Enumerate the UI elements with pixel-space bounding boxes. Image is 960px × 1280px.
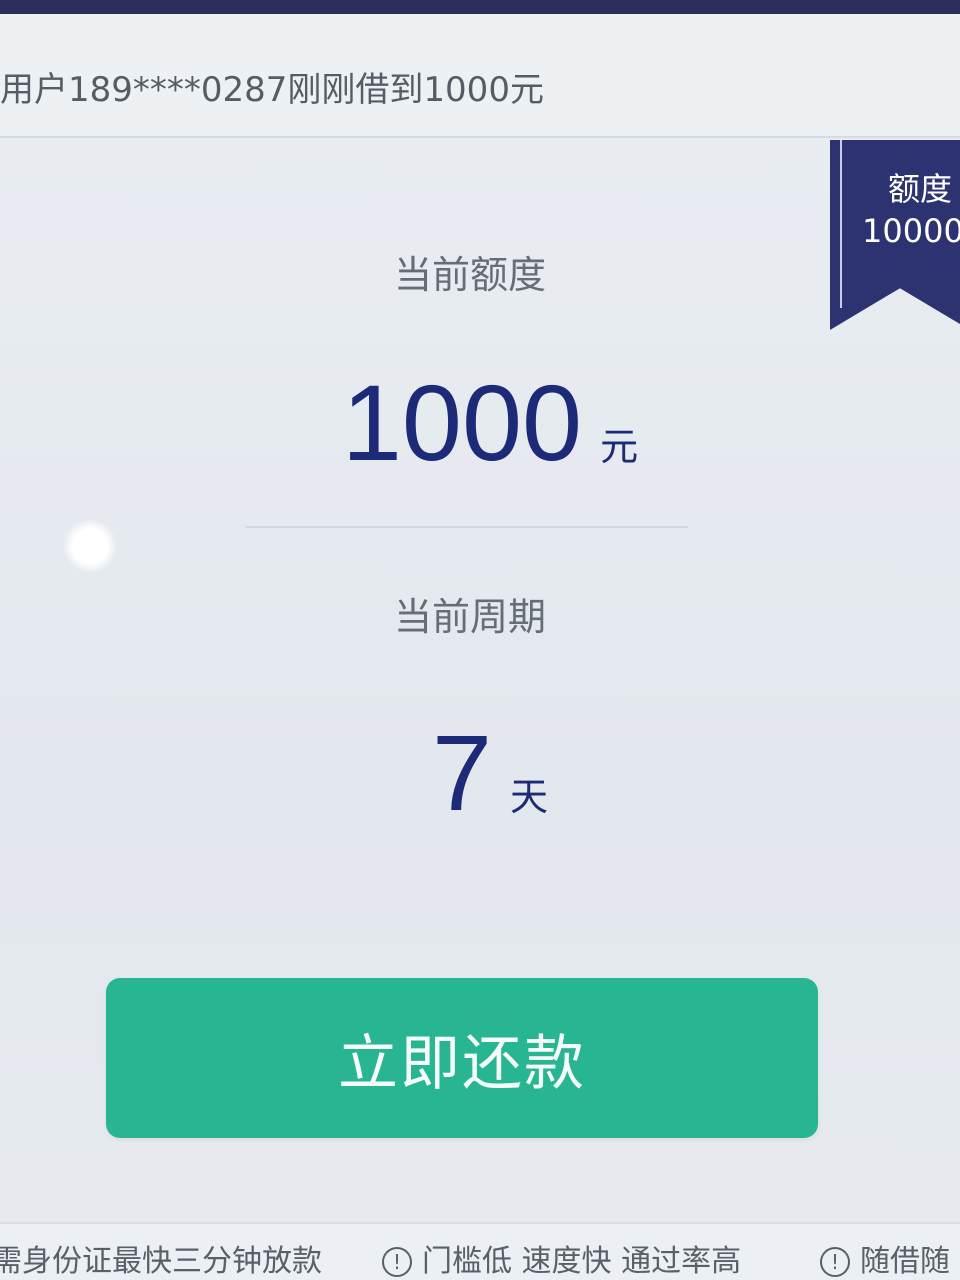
- current-limit-value-row: 1000 元: [10, 360, 960, 485]
- ribbon-title: 额度: [888, 170, 953, 208]
- footer-feature-text: 随借随: [860, 1244, 950, 1279]
- footer-feature-text: 门槛低 速度快 通过率高: [422, 1244, 742, 1279]
- feature-footer: 需身份证最快三分钟放款 ! 门槛低 速度快 通过率高 ! 随借随: [0, 1222, 960, 1280]
- footer-feature-anytime: ! 随借随: [820, 1236, 950, 1280]
- current-period-label: 当前周期: [393, 595, 546, 639]
- current-period-days: 7: [431, 712, 493, 833]
- footer-feature-low-threshold: ! 门槛低 速度快 通过率高: [382, 1236, 741, 1280]
- current-period-unit: 天: [510, 775, 549, 819]
- loan-notice-text: 用户189****0287刚刚借到1000元: [0, 70, 544, 110]
- current-period-value-row: 7天: [10, 710, 960, 835]
- loan-notice-bar: 用户189****0287刚刚借到1000元: [0, 14, 960, 138]
- window-top-edge: [0, 0, 960, 14]
- repay-now-button[interactable]: 立即还款: [106, 978, 818, 1138]
- footer-feature-id-fast: 需身份证最快三分钟放款: [0, 1244, 322, 1279]
- current-limit-amount: 1000: [341, 362, 583, 483]
- section-divider: [246, 526, 688, 528]
- current-limit-label: 当前额度: [393, 253, 546, 297]
- current-limit-unit: 元: [600, 425, 639, 469]
- info-icon: !: [382, 1247, 412, 1277]
- screen-glare: [62, 520, 118, 572]
- info-icon: !: [820, 1247, 850, 1277]
